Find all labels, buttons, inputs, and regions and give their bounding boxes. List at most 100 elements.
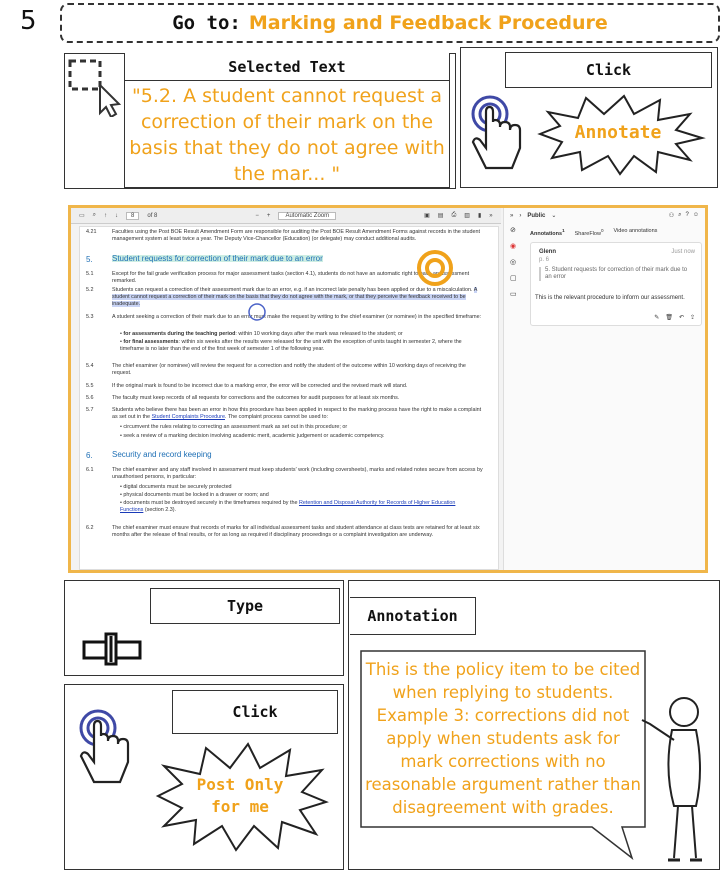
section-number: 5. [86, 255, 93, 264]
para-number: 6.2 [86, 525, 94, 531]
tab-video-annotations[interactable]: Video annotations [613, 228, 657, 237]
para-number: 5.2 [86, 287, 94, 293]
hide-highlights-icon[interactable]: ⊘ [510, 226, 517, 234]
annotation-sidebar: » › Public ⌄ ⚇ ⌕ ? ☺ ⊘ ◉ ◎ ▢ ▭ Annotatio… [503, 208, 705, 570]
paragraph: If the original mark is found to be inco… [112, 383, 408, 389]
search-icon[interactable]: ⌕ [678, 212, 681, 219]
list-item-bold: for assessments during the teaching peri… [123, 331, 236, 337]
list-item-bold: for final assessments [123, 339, 179, 345]
annotation-text: This is the policy item to be cited when… [365, 660, 641, 817]
sidebar-toggle-icon[interactable]: ▭ [79, 212, 85, 219]
goto-target[interactable]: Marking and Feedback Procedure [249, 12, 608, 34]
presenter-figure-icon [634, 690, 714, 866]
annotation-card[interactable]: Glenn Just now p. 6 5. Student requests … [530, 242, 702, 326]
list-item: seek a review of a marking decision invo… [120, 433, 480, 440]
para-number: 5.5 [86, 383, 94, 389]
selection-cursor-icon [68, 57, 124, 119]
open-file-icon[interactable]: ▤ [438, 212, 444, 219]
card-quote: 5. Student requests for correction of th… [539, 267, 689, 281]
para-number: 4.21 [86, 229, 97, 235]
reply-icon[interactable]: ↶ [679, 314, 684, 321]
print-icon[interactable]: ⎙ [451, 212, 456, 219]
type-label: Type [150, 588, 340, 624]
paragraph: The chief examiner must ensure that reco… [112, 525, 480, 538]
list-item: physical documents must be locked in a d… [120, 492, 480, 499]
zoom-out-icon[interactable]: − [255, 213, 259, 219]
tap-hand-icon [470, 94, 530, 176]
annotate-burst[interactable]: Annotate [530, 92, 706, 176]
paragraph: The faculty must keep records of all req… [112, 395, 400, 401]
card-page: p. 6 [539, 257, 550, 263]
user-icon[interactable]: ☺ [693, 212, 699, 219]
paragraph: Faculties using the Post BOE Result Amen… [112, 229, 480, 242]
zoom-in-icon[interactable]: + [267, 213, 271, 219]
page-count: of 8 [147, 212, 158, 219]
list-item-text: (section 2.3). [144, 507, 177, 513]
step-number: 5 [20, 6, 37, 36]
card-time: Just now [671, 249, 695, 255]
delete-icon[interactable]: 🗑 [665, 314, 673, 321]
page-number-field[interactable]: 8 [126, 211, 140, 220]
chevron-down-icon[interactable]: ⌄ [551, 212, 556, 219]
next-page-icon[interactable]: ↓ [115, 213, 118, 219]
selected-quote: "5.2. A student cannot request a correct… [124, 80, 450, 188]
zoom-select[interactable]: Automatic Zoom [278, 211, 337, 220]
annotation-bubble: This is the policy item to be cited when… [360, 650, 646, 860]
list-item-text: documents must be destroyed securely in … [123, 500, 298, 506]
share-icon[interactable]: ⚇ [669, 212, 674, 219]
goto-banner: Go to: Marking and Feedback Procedure [60, 3, 720, 43]
paragraph-text: . The complaint process cannot be used t… [224, 414, 328, 420]
chevron-right-icon[interactable]: › [519, 213, 521, 219]
share-card-icon[interactable]: ⇪ [690, 314, 695, 321]
eye-icon[interactable]: ◎ [510, 258, 517, 266]
text-cursor-icon [82, 632, 144, 666]
list-item: documents must be destroyed securely in … [120, 500, 480, 514]
complaints-procedure-link[interactable]: Student Complaints Procedure [152, 414, 225, 420]
viewer-toolbar: ▭ ⌕ ↑ ↓ 8 of 8 − + Automatic Zoom ▣ ▤ ⎙ … [71, 208, 501, 224]
presentation-icon[interactable]: ▣ [424, 212, 430, 219]
list-item: digital documents must be securely prote… [120, 484, 480, 491]
section-number: 6. [86, 451, 93, 460]
tab-label: ShareFlow [574, 230, 601, 237]
collapse-icon[interactable]: » [510, 213, 513, 219]
paragraph: Students who believe there has been an e… [112, 407, 484, 421]
paragraph: Students can request a correction of the… [112, 287, 484, 308]
note-icon[interactable]: ▢ [510, 274, 517, 282]
find-icon[interactable]: ⌕ [93, 212, 96, 219]
tab-count: 0 [600, 228, 604, 233]
tab-annotations[interactable]: Annotations1 [530, 228, 565, 237]
section-heading: Security and record keeping [112, 450, 212, 459]
para-number: 5.3 [86, 314, 94, 320]
card-user: Glenn [539, 249, 557, 255]
para-number: 6.1 [86, 467, 94, 473]
record-icon[interactable]: ◉ [510, 242, 517, 250]
list-item: for final assessments: within six weeks … [120, 339, 480, 353]
tab-shareflow[interactable]: ShareFlow0 [575, 228, 604, 237]
para-number: 5.1 [86, 271, 94, 277]
tab-label: Annotations [530, 230, 563, 237]
list-item: circumvent the rules relating to correct… [120, 424, 480, 431]
click-label-top: Click [505, 52, 712, 88]
tools-icon[interactable]: » [489, 213, 492, 219]
help-icon[interactable]: ? [686, 212, 689, 219]
tab-count: 1 [562, 228, 565, 233]
post-only-burst[interactable]: Post Only for me [150, 740, 330, 852]
para-number: 5.6 [86, 395, 94, 401]
list-item-text: : within 10 working days after the mark … [235, 331, 403, 337]
list-item: for assessments during the teaching peri… [120, 331, 480, 338]
screen-icon[interactable]: ▭ [510, 290, 517, 298]
section-heading: Student requests for correction of their… [112, 254, 323, 263]
selected-text-title: Selected Text [124, 53, 450, 81]
download-icon[interactable]: ▥ [464, 212, 470, 219]
pointer-ring-icon [247, 302, 267, 322]
annotate-burst-label: Annotate [574, 122, 662, 143]
edit-icon[interactable]: ✎ [654, 314, 659, 321]
annotation-label: Annotation [350, 597, 476, 635]
card-note: This is the relevant procedure to inform… [535, 295, 685, 301]
para-number: 5.7 [86, 407, 94, 413]
visibility-select[interactable]: Public [527, 213, 545, 219]
bookmark-icon[interactable]: ▮ [478, 212, 481, 219]
post-only-burst-label: Post Only for me [196, 775, 284, 816]
para-number: 5.4 [86, 363, 94, 369]
prev-page-icon[interactable]: ↑ [104, 213, 107, 219]
